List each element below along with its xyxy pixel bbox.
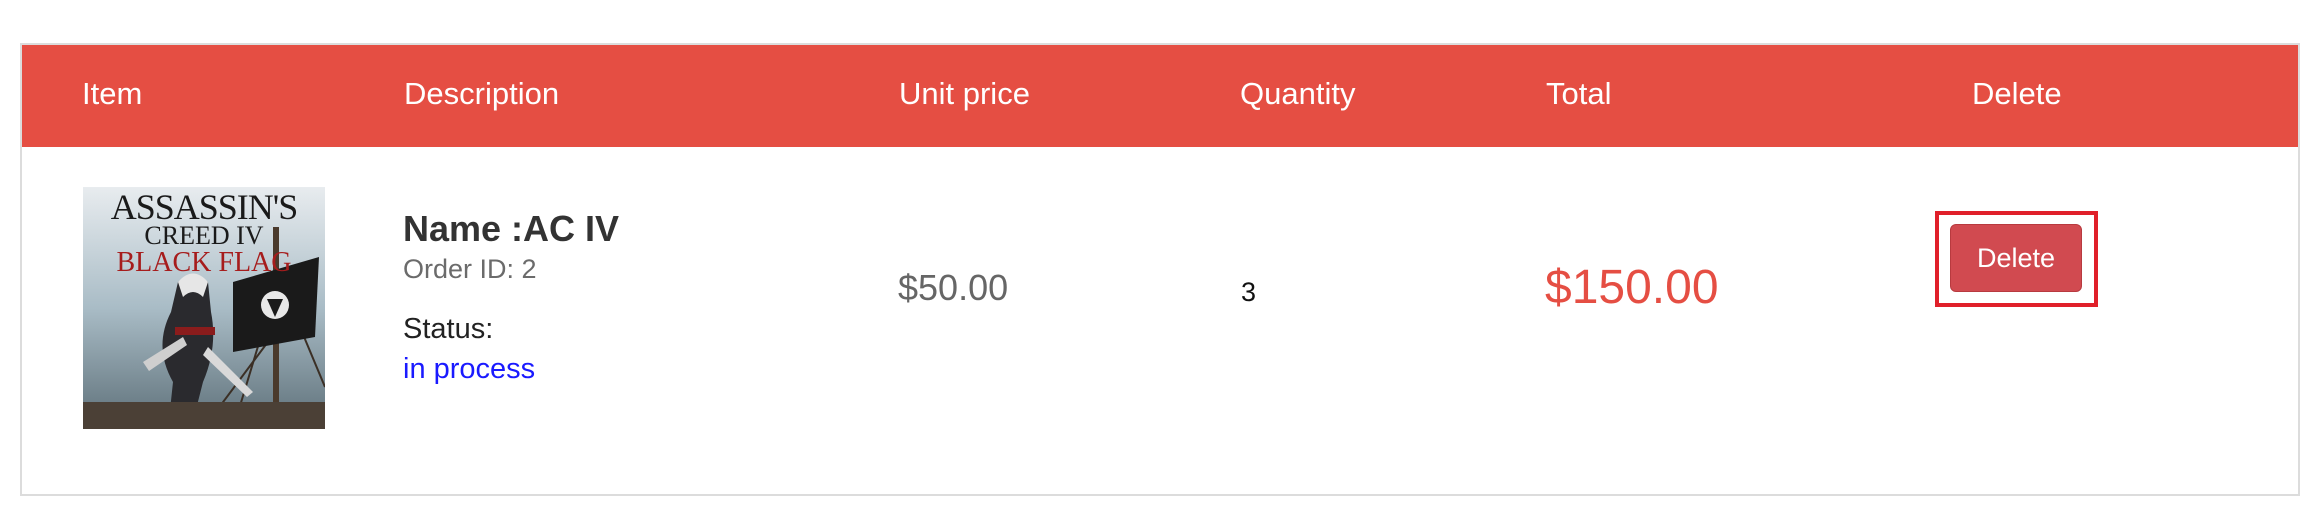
product-image: ASSASSIN'S CREED IV BLACK FLAG	[83, 187, 325, 429]
header-item: Item	[82, 76, 143, 111]
delete-button[interactable]: Delete	[1950, 224, 2082, 292]
status-label: Status:	[403, 313, 494, 345]
cover-title-line3: BLACK FLAG	[116, 247, 292, 278]
row-total: $150.00	[1545, 261, 1719, 314]
unit-price: $50.00	[898, 267, 1009, 308]
cover-title-line1: ASSASSIN'S	[110, 187, 299, 227]
header-total: Total	[1546, 76, 1612, 111]
cover-title: ASSASSIN'S CREED IV BLACK FLAG	[83, 189, 325, 277]
header-description: Description	[404, 76, 560, 111]
quantity: 3	[1241, 277, 1257, 307]
header-quantity: Quantity	[1240, 76, 1356, 111]
header-delete: Delete	[1972, 76, 2062, 111]
header-unit-price: Unit price	[899, 76, 1030, 111]
order-id: Order ID: 2	[403, 254, 537, 284]
table-header-row: Item Description Unit price Quantity Tot…	[22, 45, 2298, 147]
status-value: in process	[403, 353, 536, 385]
product-name: Name :AC IV	[403, 208, 620, 249]
